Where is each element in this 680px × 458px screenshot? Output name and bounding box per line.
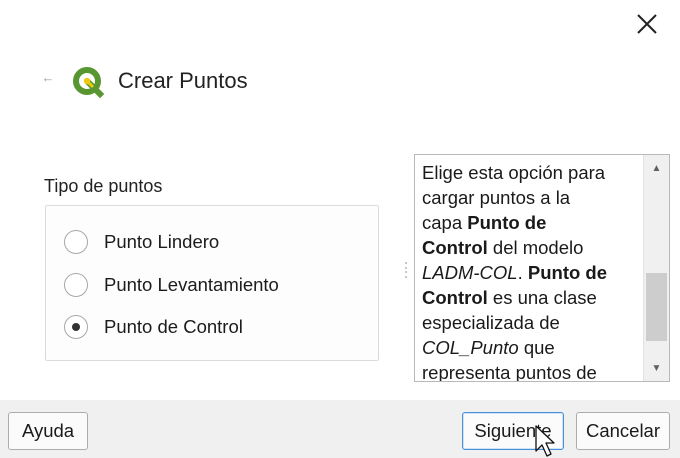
splitter-handle[interactable] — [405, 262, 408, 278]
scroll-down-icon[interactable]: ▼ — [644, 357, 669, 379]
radio-label: Punto Levantamiento — [104, 274, 279, 295]
close-button[interactable] — [630, 8, 662, 40]
radio-punto-levantamiento[interactable]: Punto Levantamiento — [64, 270, 279, 300]
radio-punto-de-control[interactable]: Punto de Control — [64, 312, 243, 342]
qgis-logo-icon — [73, 67, 104, 98]
radio-punto-lindero[interactable]: Punto Lindero — [64, 227, 219, 257]
back-arrow-icon[interactable]: ← — [40, 70, 56, 85]
page-title: Crear Puntos — [118, 68, 248, 93]
radio-label: Punto Lindero — [104, 231, 220, 252]
radio-circle-selected[interactable] — [64, 315, 88, 339]
radio-circle[interactable] — [64, 273, 88, 297]
radio-label: Punto de Control — [104, 316, 243, 337]
help-text: Elige esta opción para cargar puntos a l… — [422, 162, 608, 382]
cancel-button[interactable]: Cancelar — [576, 412, 670, 450]
point-type-label: Tipo de puntos — [44, 176, 163, 196]
close-icon — [637, 14, 657, 34]
radio-circle[interactable] — [64, 230, 88, 254]
point-type-group: Punto Lindero Punto Levantamiento Punto … — [45, 205, 379, 361]
help-button[interactable]: Ayuda — [8, 412, 88, 450]
footer-bar: Ayuda Siguiente Cancelar — [0, 400, 680, 458]
scroll-thumb[interactable] — [646, 273, 667, 341]
help-scrollbar[interactable]: ▲ ▼ — [643, 155, 669, 381]
mouse-cursor-icon — [535, 425, 555, 457]
scroll-up-icon[interactable]: ▲ — [644, 157, 669, 179]
help-panel[interactable]: Elige esta opción para cargar puntos a l… — [414, 154, 670, 382]
